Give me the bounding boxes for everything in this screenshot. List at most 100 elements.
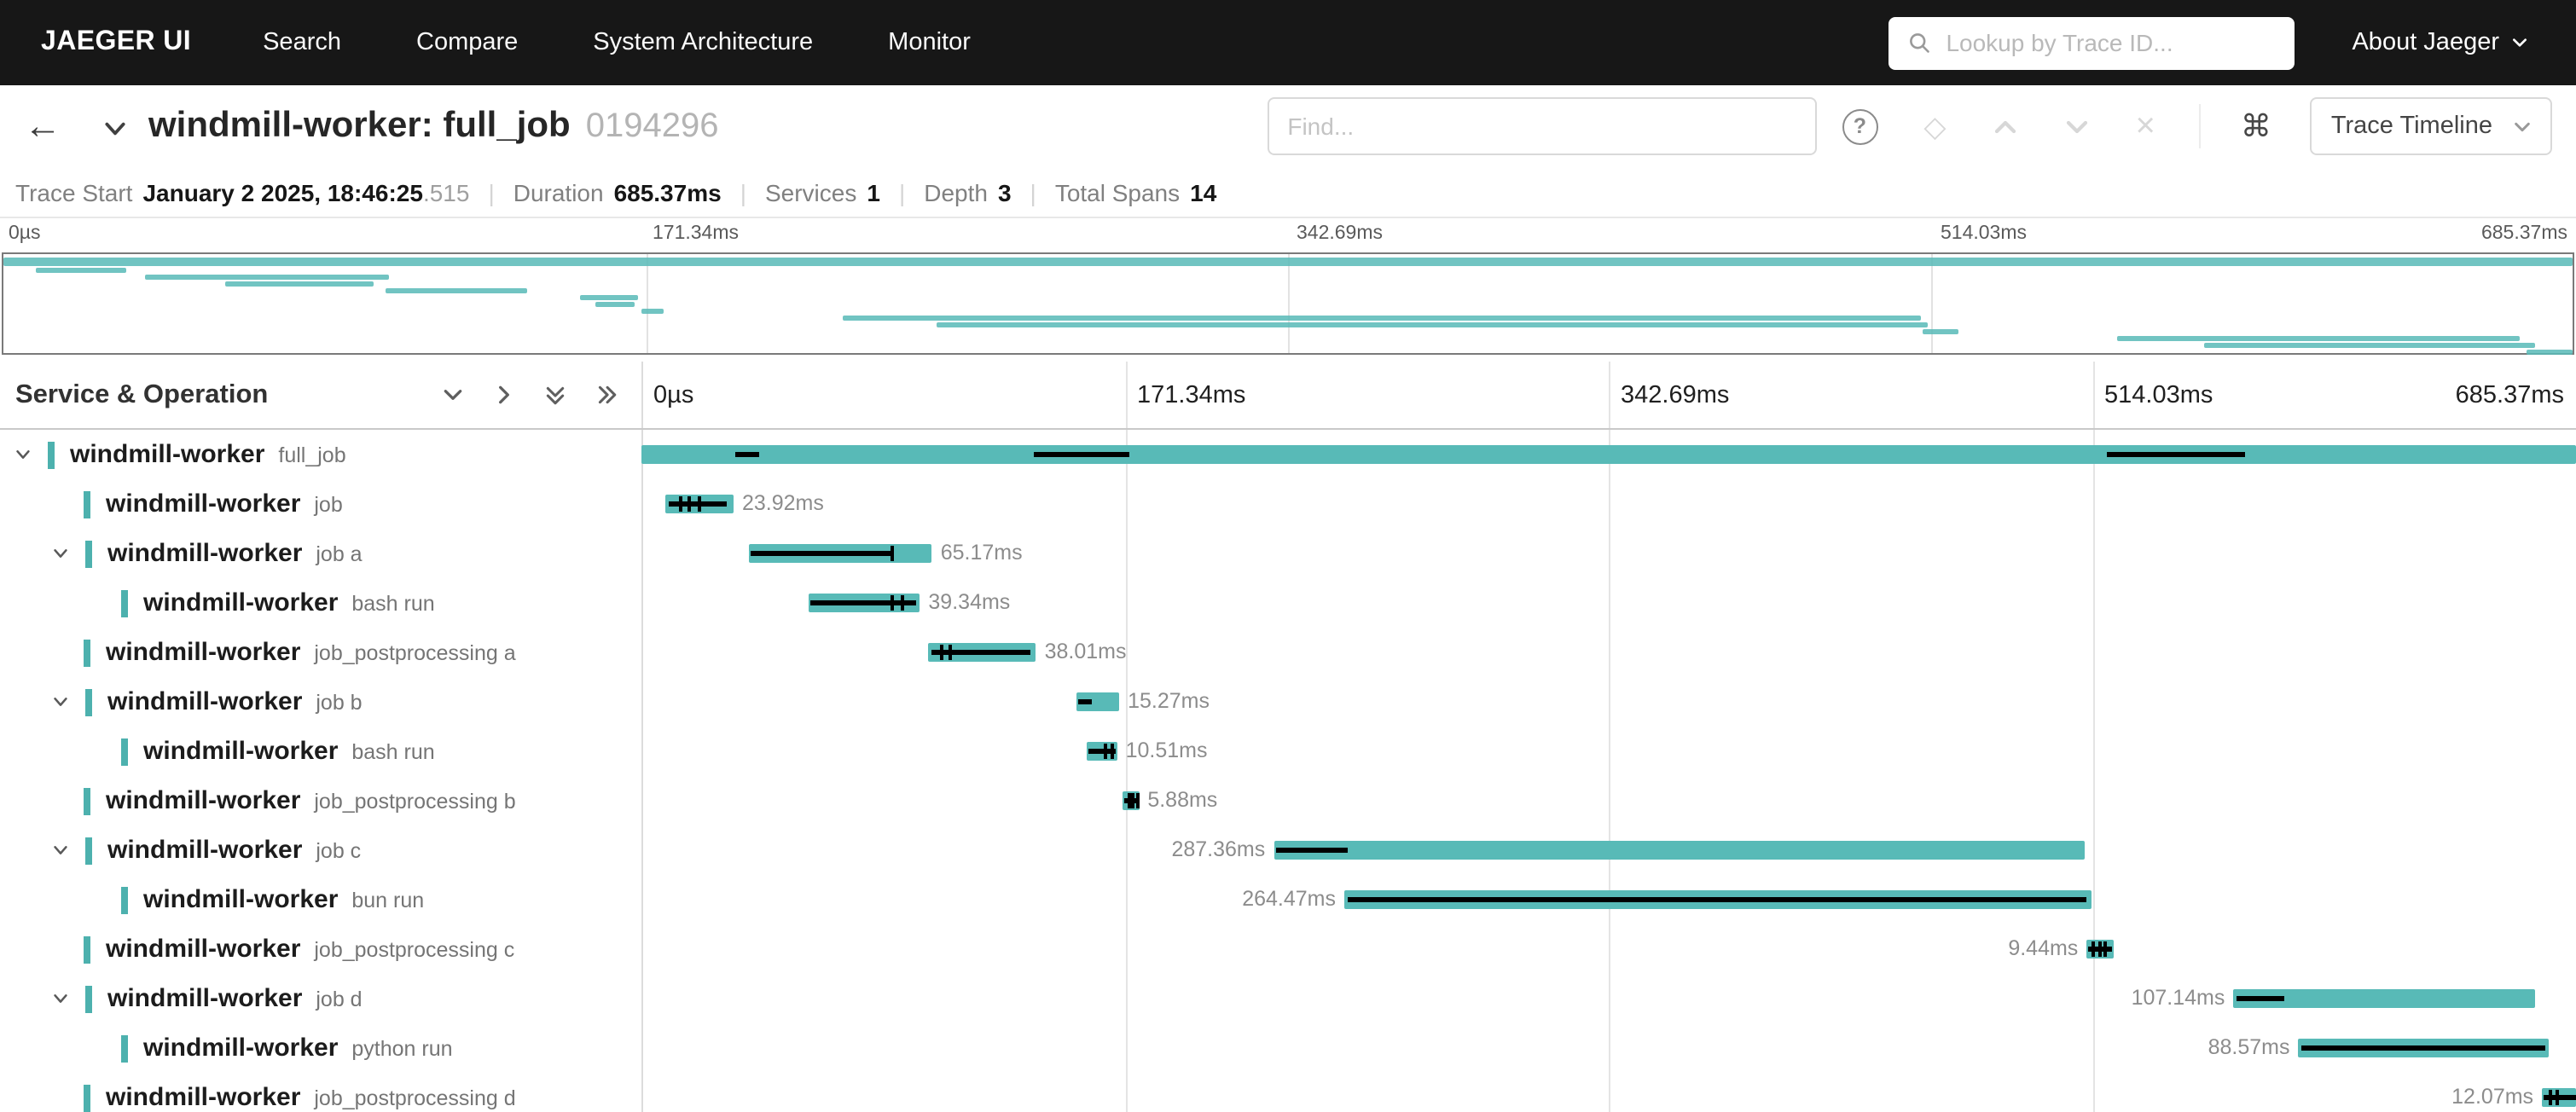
span-row-track[interactable]: 10.51ms [641,727,2576,776]
span-row[interactable]: windmill-workerpython run 88.57ms [0,1023,2576,1073]
span-names: windmill-workerfull_job [70,440,346,469]
span-row-label[interactable]: windmill-workerjob_postprocessing c [0,924,641,974]
service-operation-title: Service & Operation [15,379,268,410]
operation-name: job_postprocessing b [314,790,515,814]
span-row-label[interactable]: windmill-workerbash run [0,578,641,628]
expand-chevron-icon[interactable] [51,692,85,711]
minimap-span [2527,350,2573,355]
span-row[interactable]: windmill-workerbash run39.34ms [0,578,2576,628]
span-row-track[interactable]: 287.36ms [641,825,2576,875]
service-color-bar [121,1034,128,1062]
span-row[interactable]: windmill-workerjob23.92ms [0,479,2576,529]
critical-path-segment [1347,897,2086,902]
span-row[interactable]: windmill-workerjob b15.27ms [0,677,2576,727]
tick-label: 0µs [9,223,41,244]
trace-lookup-input[interactable] [1942,27,2275,58]
span-bar[interactable] [1273,841,2085,860]
nav-item-compare[interactable]: Compare [416,29,518,56]
jaeger-logo[interactable]: JAEGER UI [41,27,191,58]
depth-label: Depth [924,178,988,206]
focus-span-icon[interactable]: ◇ [1923,112,1946,141]
span-row[interactable]: windmill-worker job_postprocessing b 5.88m… [0,776,2576,825]
span-row[interactable]: windmill-workerjob c 287.36ms [0,825,2576,875]
span-names: windmill-workerjob_postprocessing a [106,638,516,667]
span-row-label[interactable]: windmill-workerpython run [0,1023,641,1073]
span-row-track[interactable]: 12.07ms [641,1073,2576,1112]
expand-chevron-icon[interactable] [51,989,85,1008]
span-row[interactable]: windmill-workerjob d107.14ms [0,974,2576,1023]
nav-item-monitor[interactable]: Monitor [888,29,971,56]
span-row-label[interactable]: windmill-workerjob b [0,677,641,727]
critical-path-tick [2092,941,2096,957]
service-color-bar [121,738,128,765]
span-row-track[interactable]: 264.47ms [641,875,2576,924]
trace-id: 0194296 [586,107,719,146]
span-row-label[interactable]: windmill-workerbun run [0,875,641,924]
span-row-track[interactable]: 9.44ms [641,924,2576,974]
span-row-label[interactable]: windmill-workerfull_job [0,430,641,479]
back-arrow-button[interactable]: ← [24,107,75,145]
span-row-label[interactable]: windmill-workerbash run [0,727,641,776]
service-color-bar [85,985,92,1012]
nav-item-search[interactable]: Search [263,29,341,56]
span-bar[interactable] [641,445,2576,464]
service-name: windmill-worker [143,885,338,914]
span-row-label[interactable]: windmill-workerjob_postprocessing d [0,1073,641,1112]
keyboard-shortcuts-icon[interactable]: ⌘ [2241,111,2271,142]
operation-name: bash run [351,592,434,616]
nav-item-system-architecture[interactable]: System Architecture [593,29,813,56]
span-row[interactable]: windmill-workerfull_job [0,430,2576,479]
span-row-track[interactable]: 107.14ms [641,974,2576,1023]
span-row-track[interactable]: 38.01ms [641,628,2576,677]
critical-path-tick [2098,941,2102,957]
find-input[interactable] [1267,97,1816,155]
span-row-track[interactable]: 88.57ms [641,1023,2576,1073]
minimap-span [843,316,1920,321]
span-row-label[interactable]: windmill-workerjob d [0,974,641,1023]
expand-chevron-icon[interactable] [51,841,85,860]
expand-one-icon[interactable] [493,384,515,406]
span-row[interactable]: windmill-workerjob_postprocessing c9.44m… [0,924,2576,974]
span-row-track[interactable]: 39.34ms [641,578,2576,628]
trace-view-selector[interactable]: Trace Timeline [2311,97,2552,155]
span-row-track[interactable]: 5.88ms [641,776,2576,825]
critical-path-segment [1079,699,1092,704]
about-jaeger-menu[interactable]: About Jaeger [2352,29,2528,56]
help-icon[interactable]: ? [1842,108,1877,144]
collapse-trace-chevron-icon[interactable] [102,116,128,142]
tick-label: 171.34ms [653,223,739,244]
minimap-canvas[interactable] [2,252,2574,355]
critical-path-tick [1127,793,1130,808]
span-row[interactable]: windmill-workerjob_postprocessing d12.07… [0,1073,2576,1112]
span-row-label[interactable]: windmill-workerjob a [0,529,641,578]
next-result-button[interactable] [2064,113,2090,139]
clear-search-icon[interactable]: × [2136,109,2155,143]
span-row-track[interactable]: 23.92ms [641,479,2576,529]
span-row-label[interactable]: windmill-workerjob c [0,825,641,875]
expand-all-icon[interactable] [595,384,618,406]
span-row-label[interactable]: windmill-worker job_postprocessing b [0,776,641,825]
collapse-one-icon[interactable] [442,384,464,406]
service-color-bar [85,540,92,567]
critical-path-tick [2103,941,2107,957]
minimap-span [595,302,635,307]
expand-chevron-icon[interactable] [14,445,48,464]
span-row[interactable]: windmill-workerjob_postprocessing a 38.01… [0,628,2576,677]
summary-separator: | [1030,178,1036,206]
span-row-track[interactable]: 65.17ms [641,529,2576,578]
span-row-track[interactable] [641,430,2576,479]
span-row-label[interactable]: windmill-workerjob_postprocessing a [0,628,641,677]
span-row-track[interactable]: 15.27ms [641,677,2576,727]
span-duration-label: 264.47ms [1242,875,1336,924]
service-name: windmill-worker [107,836,302,865]
span-duration-label: 88.57ms [2208,1023,2290,1073]
span-row[interactable]: windmill-workerbun run 264.47ms [0,875,2576,924]
span-duration-label: 287.36ms [1171,825,1265,875]
span-row[interactable]: windmill-workerbash run10.51ms [0,727,2576,776]
span-row[interactable]: windmill-workerjob a65.17ms [0,529,2576,578]
collapse-all-icon[interactable] [544,384,566,406]
expand-chevron-icon[interactable] [51,544,85,563]
prev-result-button[interactable] [1993,113,2018,139]
span-row-label[interactable]: windmill-workerjob [0,479,641,529]
service-name: windmill-worker [106,786,300,815]
